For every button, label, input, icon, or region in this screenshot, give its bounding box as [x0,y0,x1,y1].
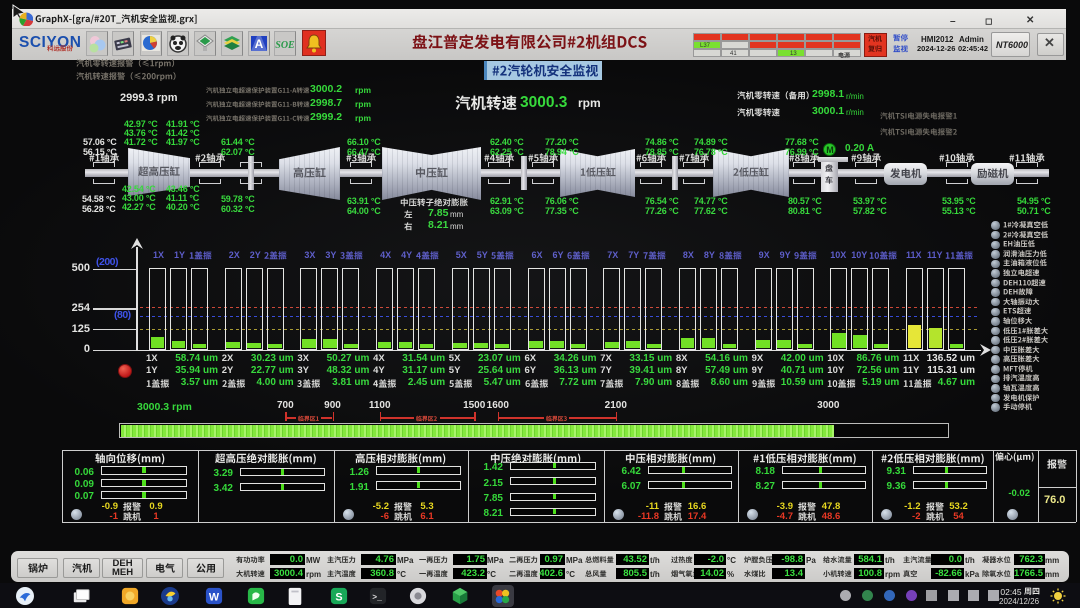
svg-text:W: W [209,592,220,604]
svg-text:S: S [335,592,342,604]
svg-text:>_: >_ [372,594,382,603]
svg-text:A: A [255,37,264,51]
svg-text:SOE: SOE [275,40,295,51]
